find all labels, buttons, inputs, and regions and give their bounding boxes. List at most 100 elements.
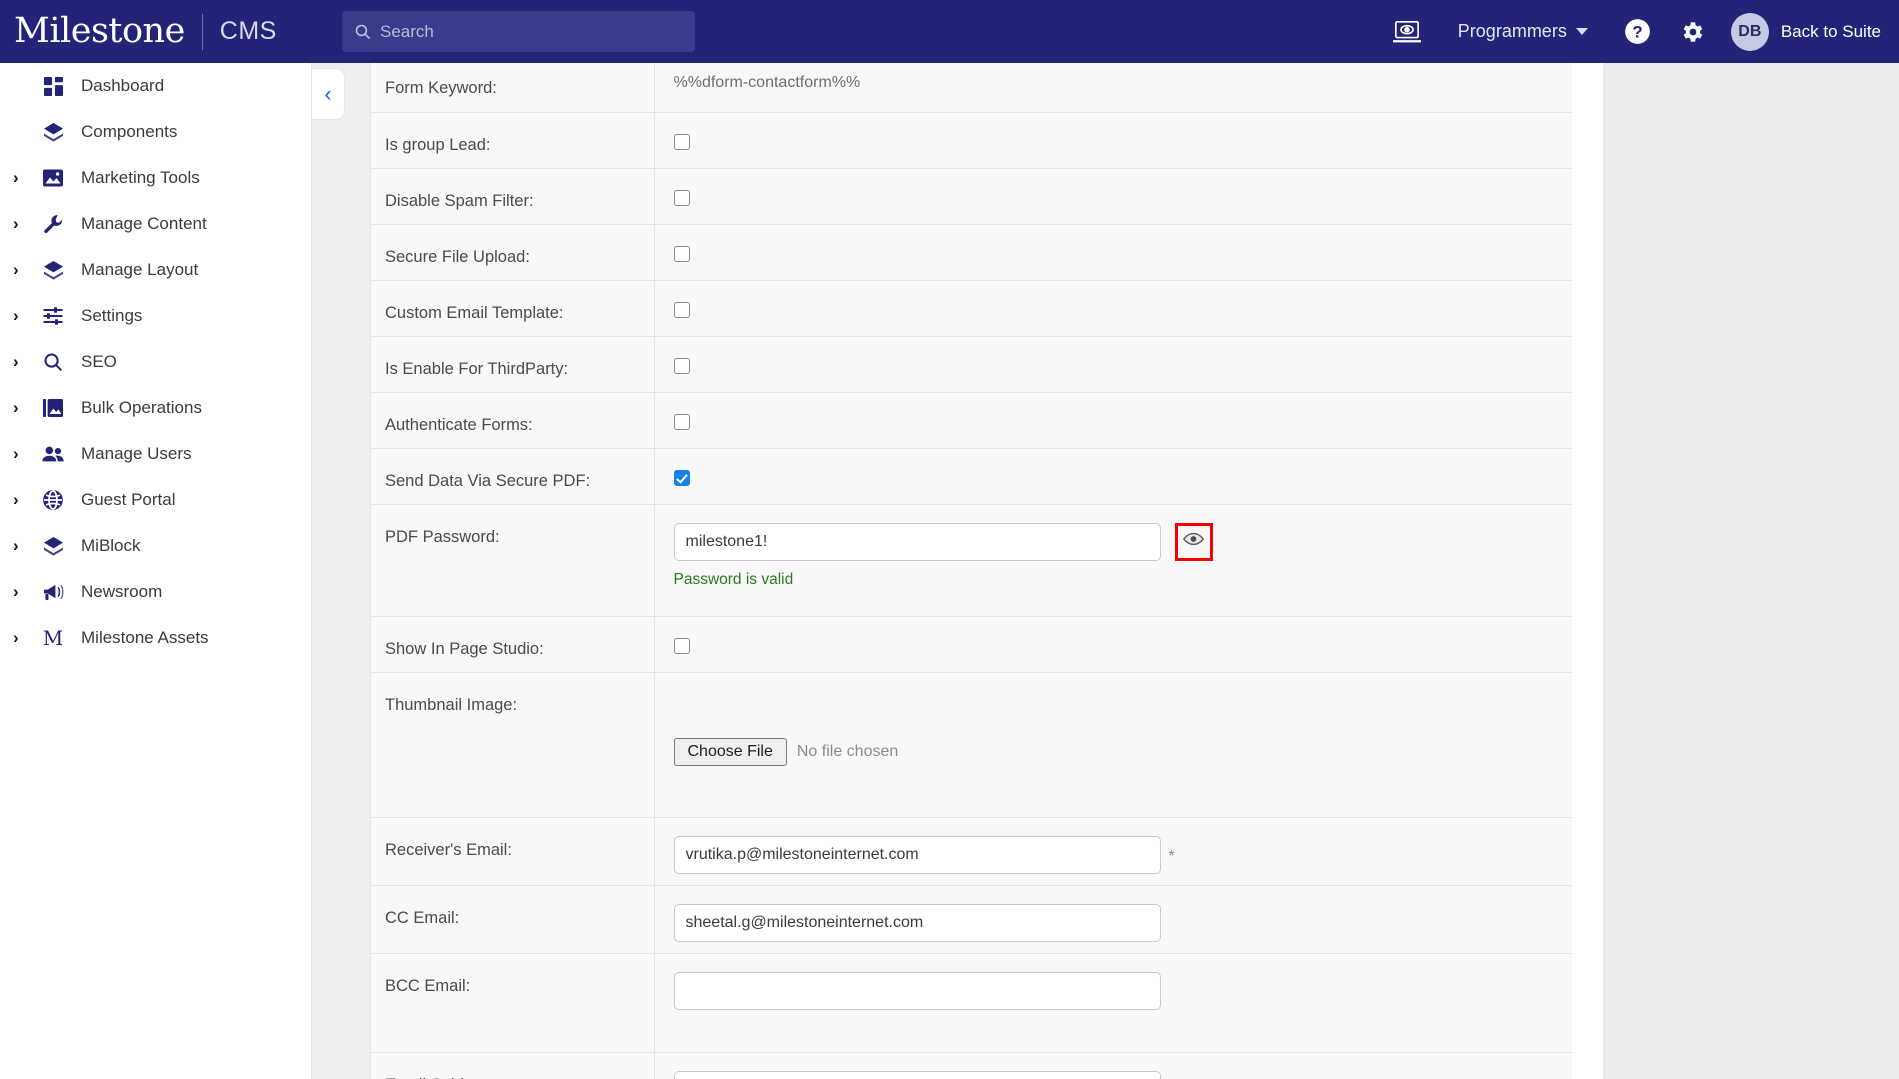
chevron-right-icon[interactable]: › xyxy=(13,536,35,556)
field-label: Receiver's Email: xyxy=(371,817,655,885)
send-data-via-secure-pdf-checkbox[interactable] xyxy=(673,469,690,486)
sidebar-item-miblock[interactable]: › MiBlock xyxy=(0,523,311,569)
sidebar-item-dashboard[interactable]: › Dashboard xyxy=(0,63,311,109)
layers-icon xyxy=(35,260,71,281)
sidebar-item-label: Dashboard xyxy=(81,76,165,95)
eye-icon xyxy=(1183,532,1204,551)
field-label: Form Keyword: xyxy=(371,63,655,112)
chevron-right-icon[interactable]: › xyxy=(13,582,35,602)
programmers-label: Programmers xyxy=(1457,21,1567,41)
sidebar-item-marketing-tools[interactable]: › Marketing Tools xyxy=(0,155,311,201)
search-icon xyxy=(35,352,71,372)
sidebar-item-bulk-operations[interactable]: › Bulk Operations xyxy=(0,385,311,431)
users-icon xyxy=(35,445,71,464)
cc-email-input[interactable] xyxy=(673,903,1161,942)
field-label: Secure File Upload: xyxy=(371,224,655,280)
field-value-cell xyxy=(654,616,1572,672)
field-value-cell: %%dform-contactform%% xyxy=(654,63,1572,112)
field-label: Authenticate Forms: xyxy=(371,392,655,448)
sidebar-item-label: MiBlock xyxy=(81,536,141,555)
sidebar-item-milestone-assets[interactable]: › M Milestone Assets xyxy=(0,615,311,661)
gear-icon[interactable] xyxy=(1679,19,1705,45)
field-value-cell xyxy=(654,953,1572,1052)
secure-file-upload-checkbox[interactable] xyxy=(673,245,690,262)
is-group-lead-checkbox[interactable] xyxy=(673,133,690,150)
no-file-chosen-text: No file chosen xyxy=(796,742,899,760)
table-row: Secure File Upload: xyxy=(371,224,1572,280)
sidebar-item-manage-users[interactable]: › Manage Users xyxy=(0,431,311,477)
header-actions: Programmers ? DB Back to Suite xyxy=(1378,0,1899,63)
bcc-email-input[interactable] xyxy=(673,971,1161,1010)
choose-file-button[interactable]: Choose File xyxy=(673,737,787,766)
table-row: CC Email: xyxy=(371,885,1572,953)
chevron-right-icon[interactable]: › xyxy=(13,306,35,326)
sidebar-item-label: Settings xyxy=(81,306,143,325)
layers-icon xyxy=(35,536,71,557)
table-row: Send Data Via Secure PDF: xyxy=(371,448,1572,504)
chevron-right-icon[interactable]: › xyxy=(13,214,35,234)
email-subject-row: * xyxy=(673,1070,1573,1079)
image-icon xyxy=(35,168,71,188)
programmers-dropdown[interactable]: Programmers xyxy=(1458,21,1588,42)
monitor-eye-icon[interactable] xyxy=(1392,19,1422,45)
field-value-cell: * xyxy=(654,1052,1572,1079)
table-row: BCC Email: xyxy=(371,953,1572,1052)
show-in-page-studio-checkbox[interactable] xyxy=(673,637,690,654)
chevron-right-icon[interactable]: › xyxy=(13,352,35,372)
content-gutter xyxy=(312,63,371,1079)
is-enable-thirdparty-checkbox[interactable] xyxy=(673,357,690,374)
form-settings-table: Form Keyword: %%dform-contactform%% Is g… xyxy=(371,63,1572,1079)
table-row: Thumbnail Image: Choose File No file cho… xyxy=(371,672,1572,817)
sidebar-item-newsroom[interactable]: › Newsroom xyxy=(0,569,311,615)
table-row: Custom Email Template: xyxy=(371,280,1572,336)
left-sidebar: › Dashboard › Components › Marketing Too xyxy=(0,63,312,1079)
brand-divider xyxy=(201,13,203,50)
sidebar-collapse-button[interactable]: ‹ xyxy=(312,68,345,120)
global-search[interactable] xyxy=(342,11,695,52)
field-label: CC Email: xyxy=(371,885,655,953)
receivers-email-input[interactable] xyxy=(673,835,1161,874)
field-label: Show In Page Studio: xyxy=(371,616,655,672)
field-label: BCC Email: xyxy=(371,953,655,1052)
custom-email-template-checkbox[interactable] xyxy=(673,301,690,318)
field-value-cell xyxy=(654,168,1572,224)
sidebar-item-label: SEO xyxy=(81,352,117,371)
password-visibility-toggle[interactable] xyxy=(1174,522,1213,561)
chevron-right-icon[interactable]: › xyxy=(13,628,35,648)
sidebar-item-manage-content[interactable]: › Manage Content xyxy=(0,201,311,247)
field-label: Send Data Via Secure PDF: xyxy=(371,448,655,504)
search-input[interactable] xyxy=(380,11,695,52)
search-icon xyxy=(354,23,371,40)
chevron-right-icon[interactable]: › xyxy=(13,398,35,418)
pdf-password-input[interactable] xyxy=(673,522,1161,561)
table-row: Form Keyword: %%dform-contactform%% xyxy=(371,63,1572,112)
authenticate-forms-checkbox[interactable] xyxy=(673,413,690,430)
email-subject-input[interactable] xyxy=(673,1070,1161,1079)
help-circle-icon[interactable]: ? xyxy=(1624,18,1651,45)
field-value-cell xyxy=(654,885,1572,953)
field-label: Email Subject: xyxy=(371,1052,655,1079)
receivers-email-row: * xyxy=(673,835,1573,874)
sidebar-item-label: Marketing Tools xyxy=(81,168,200,187)
back-to-suite-link[interactable]: Back to Suite xyxy=(1781,22,1881,42)
sidebar-item-label: Manage Content xyxy=(81,214,207,233)
svg-text:?: ? xyxy=(1632,23,1642,42)
sidebar-item-label: Newsroom xyxy=(81,582,163,601)
photo-stack-icon xyxy=(35,398,71,418)
chevron-right-icon[interactable]: › xyxy=(13,260,35,280)
chevron-right-icon[interactable]: › xyxy=(13,490,35,510)
sidebar-item-components[interactable]: › Components xyxy=(0,109,311,155)
disable-spam-filter-checkbox[interactable] xyxy=(673,189,690,206)
field-value-cell xyxy=(654,392,1572,448)
sidebar-item-label: Manage Layout xyxy=(81,260,199,279)
sidebar-item-manage-layout[interactable]: › Manage Layout xyxy=(0,247,311,293)
sidebar-item-guest-portal[interactable]: › Guest Portal xyxy=(0,477,311,523)
brand-area[interactable]: Milestone CMS xyxy=(0,13,277,50)
chevron-right-icon[interactable]: › xyxy=(13,168,35,188)
password-validation-message: Password is valid xyxy=(673,570,794,588)
sidebar-item-label: Milestone Assets xyxy=(81,628,209,647)
chevron-right-icon[interactable]: › xyxy=(13,444,35,464)
sidebar-item-seo[interactable]: › SEO xyxy=(0,339,311,385)
avatar[interactable]: DB xyxy=(1730,12,1769,51)
sidebar-item-settings[interactable]: › Settings xyxy=(0,293,311,339)
